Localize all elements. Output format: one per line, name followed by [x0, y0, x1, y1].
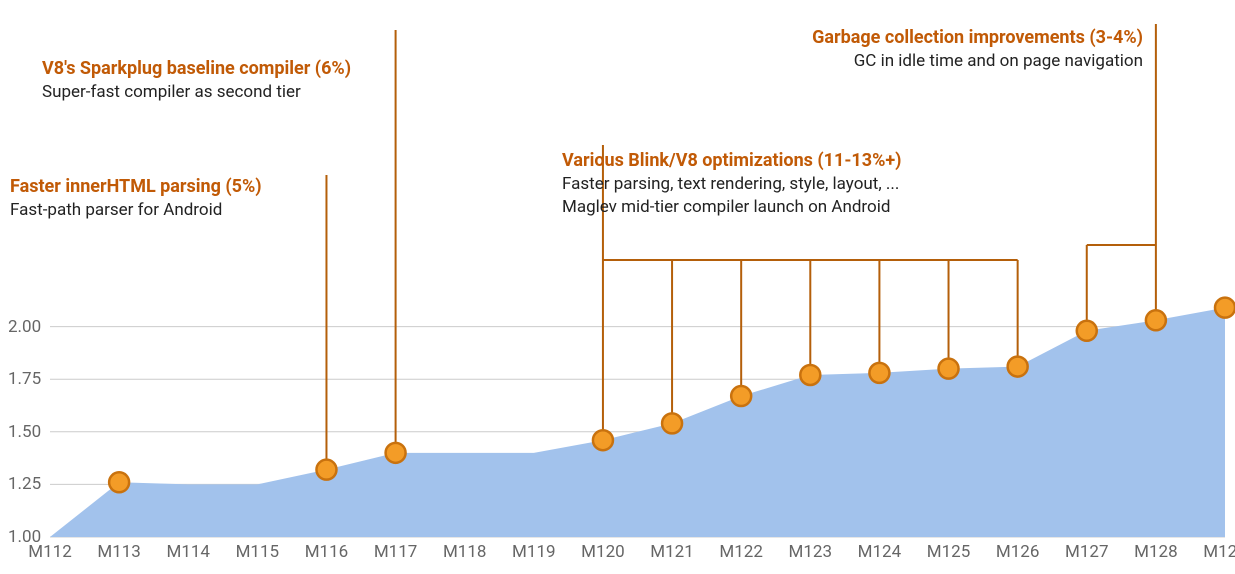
xtick: M116 [305, 542, 349, 562]
annotation-gc: Garbage collection improvements (3-4%) G… [812, 26, 1143, 73]
data-point [1146, 310, 1166, 330]
xtick: M123 [789, 542, 833, 562]
data-point [593, 430, 613, 450]
chart-container: { "chart_data": { "type": "area", "categ… [0, 0, 1235, 574]
xtick: M124 [858, 542, 902, 562]
xtick: M128 [1134, 542, 1178, 562]
xtick: M126 [996, 542, 1040, 562]
annotation-blink-title: Various Blink/V8 optimizations (11-13%+) [562, 149, 902, 173]
xtick: M114 [166, 542, 210, 562]
xtick: M121 [650, 542, 694, 562]
ytick: 1.75 [8, 369, 41, 389]
xtick: M112 [28, 542, 72, 562]
annotation-gc-title: Garbage collection improvements (3-4%) [812, 26, 1143, 50]
annotation-blink: Various Blink/V8 optimizations (11-13%+)… [562, 149, 902, 219]
xtick: M117 [374, 542, 418, 562]
ytick: 1.50 [8, 422, 41, 442]
data-point [316, 460, 336, 480]
xtick: M129 [1203, 542, 1235, 562]
data-point [109, 472, 129, 492]
xtick: M118 [443, 542, 487, 562]
data-point [1215, 298, 1235, 318]
annotation-innerhtml-title: Faster innerHTML parsing (5%) [10, 175, 262, 199]
xtick: M120 [581, 542, 625, 562]
xtick: M127 [1065, 542, 1109, 562]
annotation-gc-sub: GC in idle time and on page navigation [812, 50, 1143, 73]
annotation-blink-sub1: Faster parsing, text rendering, style, l… [562, 173, 902, 196]
area-fill [50, 308, 1225, 537]
data-point [662, 413, 682, 433]
xtick: M115 [236, 542, 280, 562]
data-point [1077, 321, 1097, 341]
xtick: M119 [512, 542, 556, 562]
annotation-sparkplug-sub: Super-fast compiler as second tier [42, 81, 351, 104]
data-point [1008, 357, 1028, 377]
xtick: M113 [97, 542, 141, 562]
annotation-blink-sub2: Maglev mid-tier compiler launch on Andro… [562, 196, 902, 219]
ytick: 2.00 [8, 317, 41, 337]
annotation-innerhtml-sub: Fast-path parser for Android [10, 199, 262, 222]
data-point [386, 443, 406, 463]
data-point [800, 365, 820, 385]
data-point [731, 386, 751, 406]
annotation-sparkplug: V8's Sparkplug baseline compiler (6%) Su… [42, 57, 351, 104]
data-point [939, 359, 959, 379]
annotation-sparkplug-title: V8's Sparkplug baseline compiler (6%) [42, 57, 351, 81]
data-point [869, 363, 889, 383]
annotation-innerhtml: Faster innerHTML parsing (5%) Fast-path … [10, 175, 262, 222]
xtick: M122 [719, 542, 763, 562]
xtick: M125 [927, 542, 971, 562]
ytick: 1.25 [8, 474, 41, 494]
